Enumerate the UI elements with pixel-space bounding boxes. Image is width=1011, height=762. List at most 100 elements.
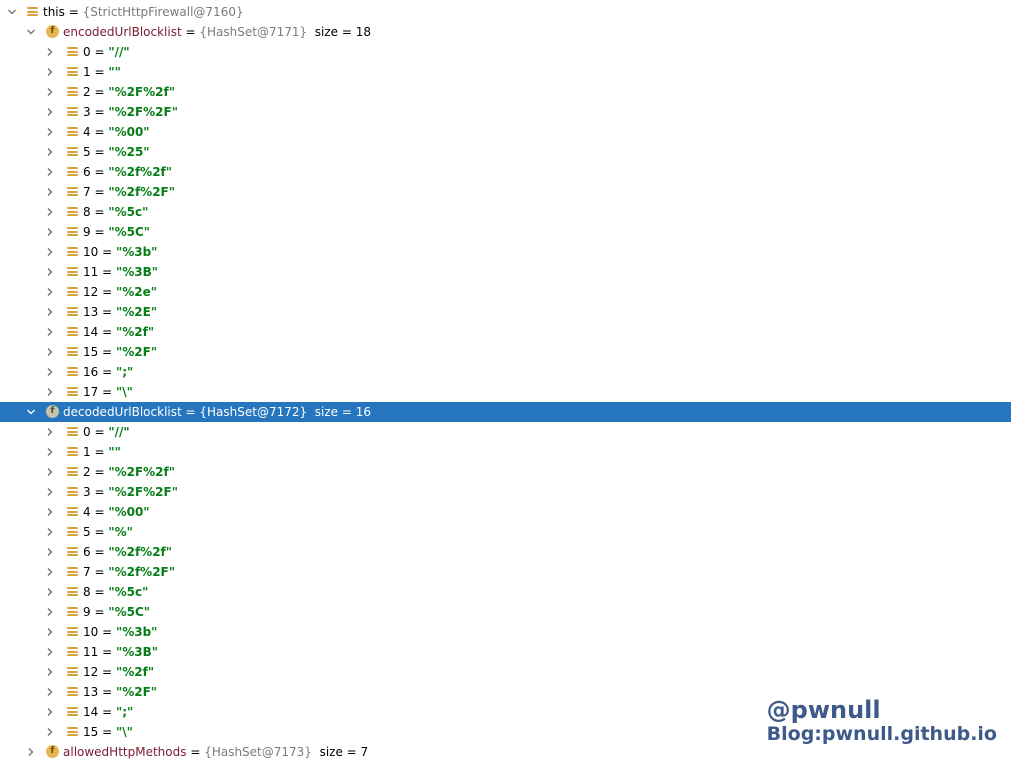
chevron-right-icon[interactable]: [44, 662, 56, 682]
tree-row-item[interactable]: 3 = "%2F%2F": [0, 482, 1011, 502]
item-value: "%2f": [115, 325, 155, 339]
tree-row-decodedUrlBlocklist[interactable]: f decodedUrlBlocklist = {HashSet@7172} s…: [0, 402, 1011, 422]
tree-row-encodedUrlBlocklist[interactable]: f encodedUrlBlocklist = {HashSet@7171} s…: [0, 22, 1011, 42]
list-icon: [67, 66, 78, 77]
tree-row-allowedHttpMethods[interactable]: f allowedHttpMethods = {HashSet@7173} si…: [0, 742, 1011, 762]
chevron-right-icon[interactable]: [44, 362, 56, 382]
tree-row-item[interactable]: 8 = "%5c": [0, 202, 1011, 222]
tree-row-item[interactable]: 15 = "%2F": [0, 342, 1011, 362]
tree-row-item[interactable]: 14 = "%2f": [0, 322, 1011, 342]
tree-row-item[interactable]: 4 = "%00": [0, 122, 1011, 142]
tree-row-item[interactable]: 2 = "%2F%2f": [0, 462, 1011, 482]
item-index: 11: [83, 645, 99, 659]
tree-row-item[interactable]: 6 = "%2f%2f": [0, 162, 1011, 182]
chevron-right-icon[interactable]: [44, 302, 56, 322]
chevron-right-icon[interactable]: [44, 462, 56, 482]
chevron-right-icon[interactable]: [44, 142, 56, 162]
chevron-right-icon[interactable]: [44, 582, 56, 602]
chevron-right-icon[interactable]: [44, 42, 56, 62]
chevron-right-icon[interactable]: [44, 522, 56, 542]
tree-row-item[interactable]: 17 = "\": [0, 382, 1011, 402]
chevron-down-icon[interactable]: [25, 22, 37, 42]
chevron-right-icon[interactable]: [44, 342, 56, 362]
chevron-right-icon[interactable]: [44, 702, 56, 722]
chevron-right-icon[interactable]: [44, 442, 56, 462]
tree-row-label: 4 = "%00": [83, 125, 150, 139]
chevron-right-icon[interactable]: [44, 202, 56, 222]
chevron-right-icon[interactable]: [44, 542, 56, 562]
tree-row-item[interactable]: 6 = "%2f%2f": [0, 542, 1011, 562]
chevron-right-icon[interactable]: [44, 602, 56, 622]
item-value: "%2f%2F": [108, 565, 175, 579]
tree-row-item[interactable]: 2 = "%2F%2f": [0, 82, 1011, 102]
chevron-right-icon[interactable]: [44, 482, 56, 502]
tree-row-item[interactable]: 12 = "%2e": [0, 282, 1011, 302]
tree-row-item[interactable]: 13 = "%2E": [0, 302, 1011, 322]
tree-row-item[interactable]: 10 = "%3b": [0, 242, 1011, 262]
chevron-right-icon[interactable]: [44, 82, 56, 102]
chevron-right-icon[interactable]: [44, 682, 56, 702]
chevron-right-icon[interactable]: [44, 62, 56, 82]
item-index: 7: [83, 565, 91, 579]
tree-row-item[interactable]: 7 = "%2f%2F": [0, 562, 1011, 582]
item-value: "%2F%2f": [108, 465, 175, 479]
item-value: "%2F": [115, 685, 158, 699]
tree-row-item[interactable]: 12 = "%2f": [0, 662, 1011, 682]
item-index: 16: [83, 365, 99, 379]
item-value: ";": [115, 365, 134, 379]
item-index: 5: [83, 145, 91, 159]
tree-row-item[interactable]: 11 = "%3B": [0, 262, 1011, 282]
item-index: 15: [83, 345, 99, 359]
chevron-right-icon[interactable]: [25, 742, 37, 762]
tree-row-label: this = {StrictHttpFirewall@7160}: [43, 5, 244, 19]
tree-row-item[interactable]: 5 = "%25": [0, 142, 1011, 162]
tree-row-item[interactable]: 1 = "": [0, 442, 1011, 462]
list-icon: [67, 546, 78, 557]
chevron-right-icon[interactable]: [44, 262, 56, 282]
list-icon: [67, 466, 78, 477]
chevron-right-icon[interactable]: [44, 422, 56, 442]
tree-row-item[interactable]: 9 = "%5C": [0, 222, 1011, 242]
item-index: 4: [83, 505, 91, 519]
watermark-blog: Blog:pwnull.github.io: [766, 723, 997, 745]
chevron-right-icon[interactable]: [44, 222, 56, 242]
item-index: 14: [83, 325, 99, 339]
tree-row-item[interactable]: 4 = "%00": [0, 502, 1011, 522]
chevron-right-icon[interactable]: [44, 182, 56, 202]
chevron-right-icon[interactable]: [44, 642, 56, 662]
tree-row-label: 12 = "%2f": [83, 665, 155, 679]
chevron-right-icon[interactable]: [44, 322, 56, 342]
tree-row-item[interactable]: 10 = "%3b": [0, 622, 1011, 642]
chevron-right-icon[interactable]: [44, 622, 56, 642]
tree-row-item[interactable]: 0 = "//": [0, 422, 1011, 442]
item-value: "%2f%2f": [108, 165, 173, 179]
chevron-right-icon[interactable]: [44, 102, 56, 122]
tree-row-item[interactable]: 7 = "%2f%2F": [0, 182, 1011, 202]
tree-row-label: 15 = "%2F": [83, 345, 158, 359]
tree-row-item[interactable]: 9 = "%5C": [0, 602, 1011, 622]
tree-row-label: 11 = "%3B": [83, 265, 158, 279]
tree-row-item[interactable]: 8 = "%5c": [0, 582, 1011, 602]
list-icon: [67, 486, 78, 497]
chevron-right-icon[interactable]: [44, 382, 56, 402]
tree-row-item[interactable]: 3 = "%2F%2F": [0, 102, 1011, 122]
chevron-right-icon[interactable]: [44, 162, 56, 182]
chevron-down-icon[interactable]: [6, 2, 18, 22]
chevron-right-icon[interactable]: [44, 502, 56, 522]
chevron-right-icon[interactable]: [44, 122, 56, 142]
tree-row-item[interactable]: 16 = ";": [0, 362, 1011, 382]
tree-row-item[interactable]: 11 = "%3B": [0, 642, 1011, 662]
chevron-right-icon[interactable]: [44, 242, 56, 262]
tree-row-item[interactable]: 0 = "//": [0, 42, 1011, 62]
tree-row-this[interactable]: this = {StrictHttpFirewall@7160}: [0, 2, 1011, 22]
list-icon: [67, 266, 78, 277]
field-icon: f: [46, 745, 59, 758]
tree-row-item[interactable]: 5 = "%": [0, 522, 1011, 542]
chevron-right-icon[interactable]: [44, 722, 56, 742]
chevron-right-icon[interactable]: [44, 282, 56, 302]
list-icon: [67, 346, 78, 357]
chevron-right-icon[interactable]: [44, 562, 56, 582]
chevron-down-icon[interactable]: [25, 402, 37, 422]
list-icon: [67, 226, 78, 237]
tree-row-item[interactable]: 1 = "": [0, 62, 1011, 82]
